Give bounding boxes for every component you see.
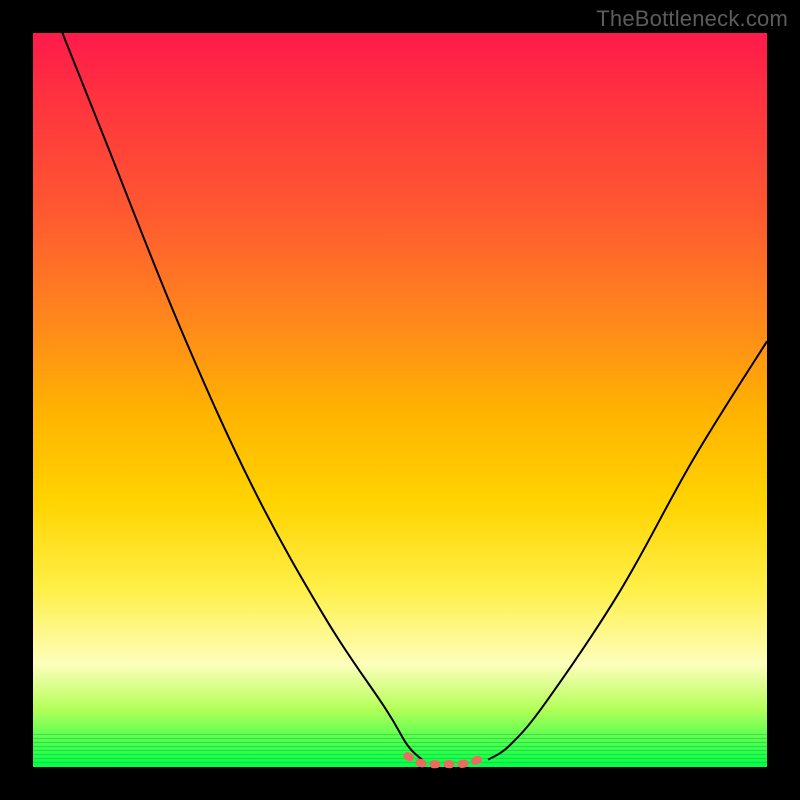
left-descending-curve [62, 33, 422, 760]
curves-svg [33, 33, 767, 767]
chart-frame: TheBottleneck.com [0, 0, 800, 800]
right-ascending-curve [488, 341, 767, 759]
attribution-text: TheBottleneck.com [596, 6, 788, 32]
plot-area [33, 33, 767, 767]
